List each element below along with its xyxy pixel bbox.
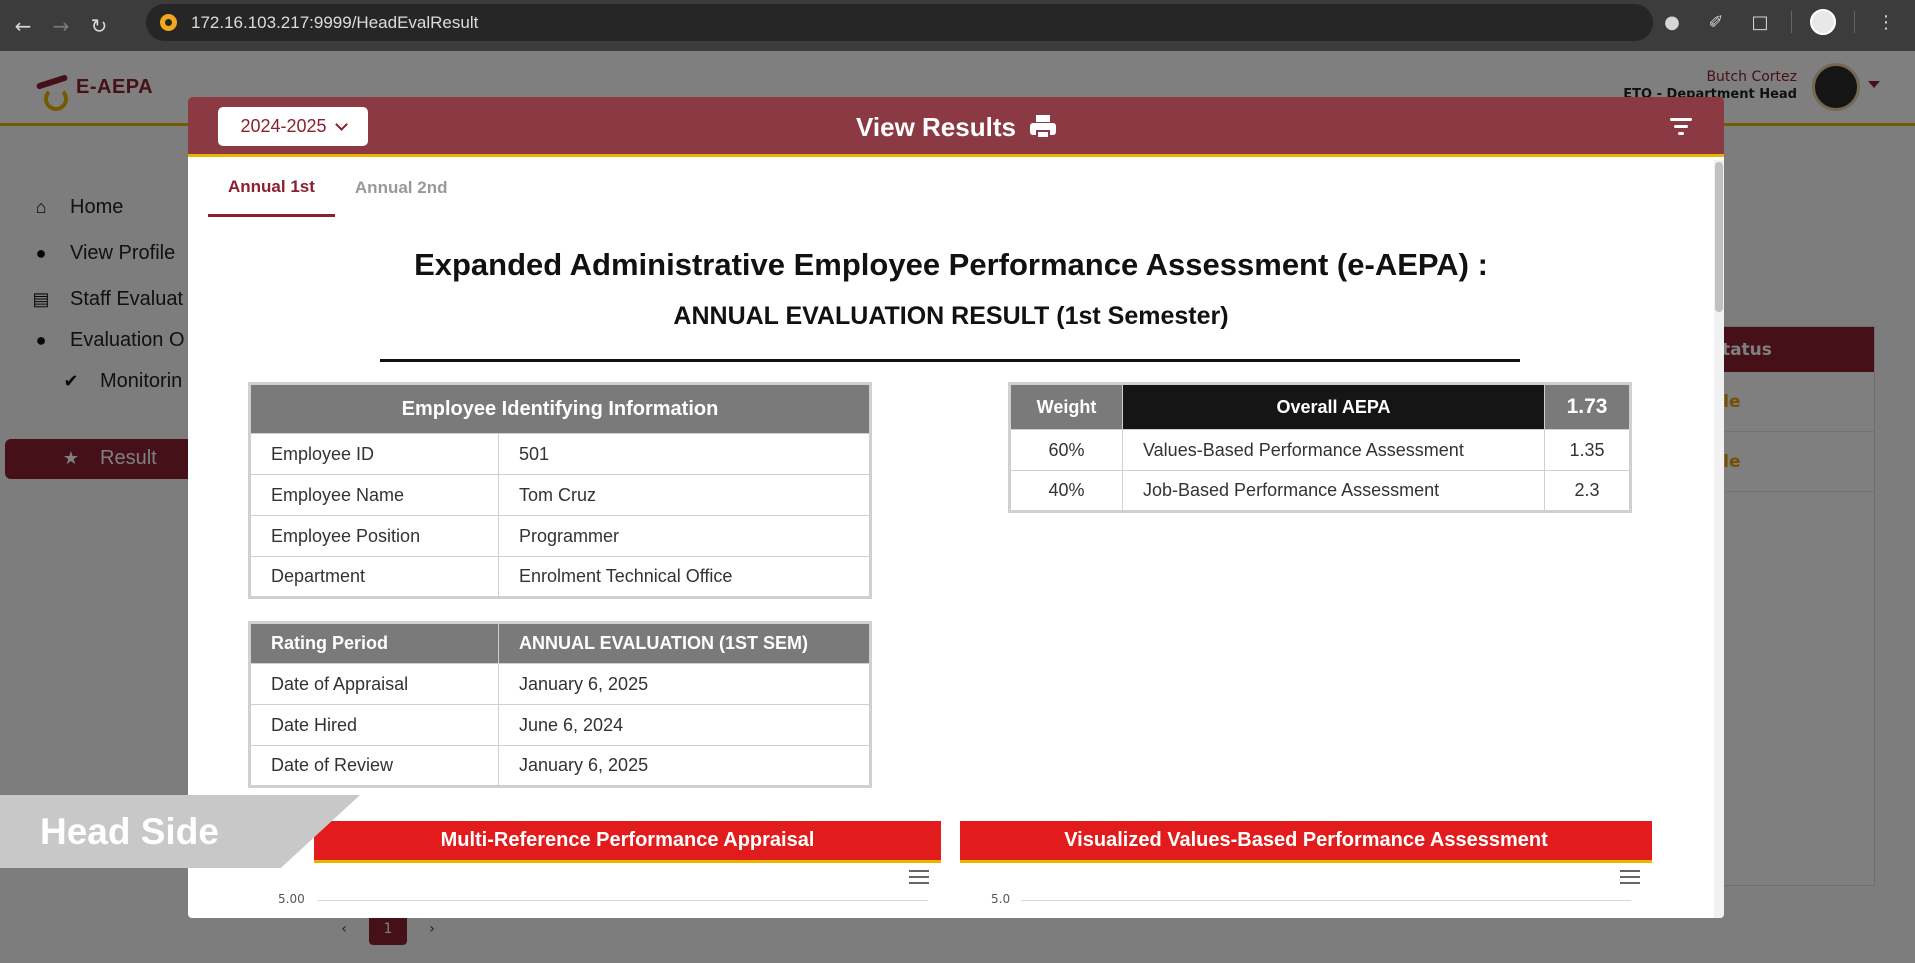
forward-arrow-icon[interactable]: → xyxy=(42,7,80,45)
table-row: 60% Values-Based Performance Assessment … xyxy=(1009,429,1631,471)
table-cell-label: Date of Review xyxy=(249,745,499,787)
table-cell-value: June 6, 2024 xyxy=(498,704,871,746)
url-text[interactable]: 172.16.103.217:9999/HeadEvalResult xyxy=(191,13,478,33)
eyedropper-icon[interactable]: ✐ xyxy=(1703,9,1729,35)
employee-info-table: Employee Identifying Information Employe… xyxy=(248,382,872,599)
employee-info-header: Employee Identifying Information xyxy=(249,383,871,434)
table-row: Date Hired June 6, 2024 xyxy=(249,704,871,746)
table-row: Department Enrolment Technical Office xyxy=(249,556,871,598)
table-row: 40% Job-Based Performance Assessment 2.3 xyxy=(1009,470,1631,512)
puzzle-extensions-icon[interactable]: □ xyxy=(1747,9,1773,35)
table-cell-label: Employee Name xyxy=(249,474,499,516)
table-cell-value: January 6, 2025 xyxy=(498,663,871,705)
assessment-name-cell: Job-Based Performance Assessment xyxy=(1122,470,1545,512)
chevron-down-icon xyxy=(334,118,348,131)
table-cell-value: Tom Cruz xyxy=(498,474,871,516)
weight-header: Weight xyxy=(1009,383,1123,430)
table-cell-label: Employee ID xyxy=(249,433,499,475)
section-header-values-based: Visualized Values-Based Performance Asse… xyxy=(960,821,1652,863)
print-icon[interactable] xyxy=(1029,115,1056,139)
table-row: Employee Position Programmer xyxy=(249,515,871,557)
page-subtitle: ANNUAL EVALUATION RESULT (1st Semester) xyxy=(673,302,1229,330)
year-select[interactable]: 2024-2025 xyxy=(218,107,368,146)
score-cell: 2.3 xyxy=(1544,470,1631,512)
table-cell-label: Employee Position xyxy=(249,515,499,557)
modal-title: View Results xyxy=(856,111,1016,142)
table-cell-label: Date Hired xyxy=(249,704,499,746)
section-header-multi-reference: Multi-Reference Performance Appraisal xyxy=(314,821,941,863)
page-title: Expanded Administrative Employee Perform… xyxy=(414,247,1488,282)
extension-dot-icon[interactable]: ● xyxy=(1659,9,1685,35)
table-cell-value: January 6, 2025 xyxy=(498,745,871,787)
chart-menu-icon[interactable] xyxy=(909,870,929,884)
chart-gridline xyxy=(318,900,928,901)
modal-scrollbar-thumb[interactable] xyxy=(1715,162,1723,312)
table-cell-value: 501 xyxy=(498,433,871,475)
back-arrow-icon[interactable]: ← xyxy=(4,7,42,45)
table-cell-label: Date of Appraisal xyxy=(249,663,499,705)
kebab-menu-icon[interactable]: ⋮ xyxy=(1873,9,1899,35)
tab-annual-2nd[interactable]: Annual 2nd xyxy=(335,159,468,217)
modal-header: View Results 2024-2025 xyxy=(188,97,1724,157)
rating-period-value: ANNUAL EVALUATION (1ST SEM) xyxy=(498,622,871,664)
browser-profile-icon[interactable] xyxy=(1810,9,1836,35)
score-cell: 1.35 xyxy=(1544,429,1631,471)
address-bar[interactable]: 172.16.103.217:9999/HeadEvalResult xyxy=(146,4,1653,41)
site-info-icon[interactable] xyxy=(160,14,177,31)
table-row: Date of Appraisal January 6, 2025 xyxy=(249,663,871,705)
chart-axis-tick-label: 5.0 xyxy=(991,892,1011,906)
weight-cell: 60% xyxy=(1009,429,1123,471)
toolbar-divider xyxy=(1791,11,1792,33)
table-row: Employee Name Tom Cruz xyxy=(249,474,871,516)
reload-icon[interactable]: ↻ xyxy=(80,7,118,45)
weight-cell: 40% xyxy=(1009,470,1123,512)
overall-aepa-table: Weight Overall AEPA 1.73 60% Values-Base… xyxy=(1008,382,1632,513)
results-modal: View Results 2024-2025 Annual 1st Annual… xyxy=(188,97,1724,918)
chart-menu-icon[interactable] xyxy=(1620,870,1640,884)
chart-axis-tick-label: 5.00 xyxy=(278,892,305,906)
assessment-name-cell: Values-Based Performance Assessment xyxy=(1122,429,1545,471)
overall-aepa-score: 1.73 xyxy=(1544,383,1631,430)
table-cell-label: Department xyxy=(249,556,499,598)
rating-period-table: Rating Period ANNUAL EVALUATION (1ST SEM… xyxy=(248,621,872,788)
toolbar-divider xyxy=(1854,11,1855,33)
table-cell-value: Programmer xyxy=(498,515,871,557)
year-select-value: 2024-2025 xyxy=(240,116,327,136)
tab-annual-1st[interactable]: Annual 1st xyxy=(208,159,335,217)
modal-title-area: View Results xyxy=(188,97,1724,157)
browser-toolbar: ← → ↻ 172.16.103.217:9999/HeadEvalResult… xyxy=(0,0,1915,51)
rating-period-label: Rating Period xyxy=(249,622,499,664)
chart-gridline xyxy=(1021,900,1631,901)
semester-tabs: Annual 1st Annual 2nd xyxy=(208,159,467,217)
table-cell-value: Enrolment Technical Office xyxy=(498,556,871,598)
title-divider xyxy=(380,359,1520,362)
filter-icon[interactable] xyxy=(1670,116,1692,136)
overall-aepa-header: Overall AEPA xyxy=(1122,383,1545,430)
table-row: Employee ID 501 xyxy=(249,433,871,475)
table-row: Date of Review January 6, 2025 xyxy=(249,745,871,787)
